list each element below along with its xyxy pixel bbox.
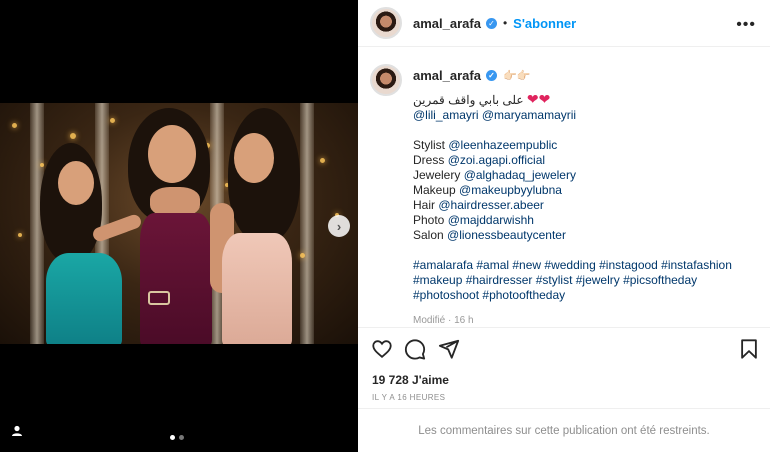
credit-line: Makeup @makeupbyylubna xyxy=(413,183,732,198)
credit-line: Stylist @leenhazeempublic xyxy=(413,138,732,153)
carousel-indicator xyxy=(170,435,184,440)
header-username[interactable]: amal_arafa xyxy=(413,16,481,31)
caption-row: amal_arafa ✓ 👉🏻👉🏻 على بابي واقف قمرين ❤❤… xyxy=(370,64,758,326)
credit-label: Makeup xyxy=(413,183,456,197)
bokeh-light xyxy=(70,133,76,139)
credit-handle-link[interactable]: @makeupbyylubna xyxy=(459,183,562,197)
comments-restricted-notice: Les commentaires sur cette publication o… xyxy=(358,408,770,452)
hashtags-line[interactable]: #amalarafa #amal #new #wedding #instagoo… xyxy=(413,258,732,273)
credit-handle-link[interactable]: @alghadaq_jewelery xyxy=(464,168,576,182)
caption-mentions: @lili_amayri @maryamamayrii xyxy=(413,108,732,123)
credit-line: Hair @hairdresser.abeer xyxy=(413,198,732,213)
bokeh-light xyxy=(40,163,44,167)
save-bookmark-icon[interactable] xyxy=(738,338,760,360)
credit-handle-link[interactable]: @leenhazeempublic xyxy=(448,138,557,152)
post-photo[interactable] xyxy=(0,103,358,344)
chevron-right-icon: › xyxy=(336,218,342,234)
hearts-emoji: ❤❤ xyxy=(526,91,551,107)
credit-handle-link[interactable]: @zoi.agapi.official xyxy=(448,153,545,167)
like-heart-icon[interactable] xyxy=(371,338,393,360)
user-tag-icon[interactable] xyxy=(10,424,24,438)
post-timestamp[interactable]: IL Y A 16 HEURES xyxy=(372,393,445,402)
follow-button[interactable]: S'abonner xyxy=(513,16,576,31)
person-left-face xyxy=(58,161,94,205)
post-panel: amal_arafa ✓ • S'abonner ••• amal_arafa … xyxy=(358,0,770,452)
header-separator: • xyxy=(502,16,508,30)
pointing-hands-emoji: 👉🏻👉🏻 xyxy=(502,70,531,82)
credit-line: Jewelery @alghadaq_jewelery xyxy=(413,168,732,183)
person-middle-dress xyxy=(140,213,212,344)
action-bar xyxy=(358,327,770,369)
arabic-text: على بابي واقف قمرين xyxy=(413,93,524,107)
caption-user-line: amal_arafa ✓ 👉🏻👉🏻 xyxy=(413,68,732,83)
credit-label: Jewelery xyxy=(413,168,461,182)
credit-line: Dress @zoi.agapi.official xyxy=(413,153,732,168)
caption-text: على بابي واقف قمرين ❤❤ @lili_amayri @mar… xyxy=(413,92,732,327)
caption-body: amal_arafa ✓ 👉🏻👉🏻 على بابي واقف قمرين ❤❤… xyxy=(413,68,732,326)
person-middle-face xyxy=(148,125,196,183)
person-right-dress xyxy=(222,233,292,344)
bokeh-light xyxy=(18,233,22,237)
bokeh-light xyxy=(110,118,115,123)
like-count[interactable]: 19 728 J'aime xyxy=(372,373,449,387)
modified-label: Modifié · 16 h xyxy=(413,315,474,326)
background-light-strip xyxy=(300,103,314,344)
bokeh-light xyxy=(300,253,305,258)
caption-area: amal_arafa ✓ 👉🏻👉🏻 على بابي واقف قمرين ❤❤… xyxy=(358,48,770,326)
credit-handle-link[interactable]: @hairdresser.abeer xyxy=(438,198,544,212)
post-header: amal_arafa ✓ • S'abonner ••• xyxy=(358,0,770,47)
credit-line: Photo @majddarwishh xyxy=(413,213,732,228)
comment-icon[interactable] xyxy=(404,338,426,360)
verified-badge-icon: ✓ xyxy=(485,17,497,29)
hashtags-line[interactable]: #photoshoot #photooftheday xyxy=(413,288,732,303)
share-send-icon[interactable] xyxy=(438,338,460,360)
person-left-dress xyxy=(46,253,122,344)
credit-label: Salon xyxy=(413,228,444,242)
credit-label: Photo xyxy=(413,213,445,227)
mention-link[interactable]: @lili_amayri xyxy=(413,108,479,122)
caption-arabic-line: على بابي واقف قمرين ❤❤ xyxy=(413,92,732,108)
credit-label: Dress xyxy=(413,153,445,167)
person-right-face xyxy=(234,133,274,183)
mention-link[interactable]: @maryamamayrii xyxy=(482,108,576,122)
bokeh-light xyxy=(320,158,325,163)
credit-label: Hair xyxy=(413,198,436,212)
verified-badge-icon: ✓ xyxy=(485,70,497,81)
credit-handle-link[interactable]: @lionessbeautycenter xyxy=(447,228,566,242)
caption-username[interactable]: amal_arafa xyxy=(413,68,481,83)
credit-handle-link[interactable]: @majddarwishh xyxy=(448,213,534,227)
credit-line: Salon @lionessbeautycenter xyxy=(413,228,732,243)
bokeh-light xyxy=(12,123,17,128)
credit-label: Stylist xyxy=(413,138,446,152)
post-media: › xyxy=(0,0,358,452)
hashtags-line[interactable]: #makeup #hairdresser #stylist #jewelry #… xyxy=(413,273,732,288)
carousel-dot xyxy=(179,435,184,440)
more-options-icon[interactable]: ••• xyxy=(736,16,756,34)
avatar[interactable] xyxy=(370,7,402,39)
caption-avatar[interactable] xyxy=(370,64,402,96)
carousel-next-button[interactable]: › xyxy=(328,215,350,237)
dress-belt xyxy=(148,291,170,305)
carousel-dot xyxy=(170,435,175,440)
